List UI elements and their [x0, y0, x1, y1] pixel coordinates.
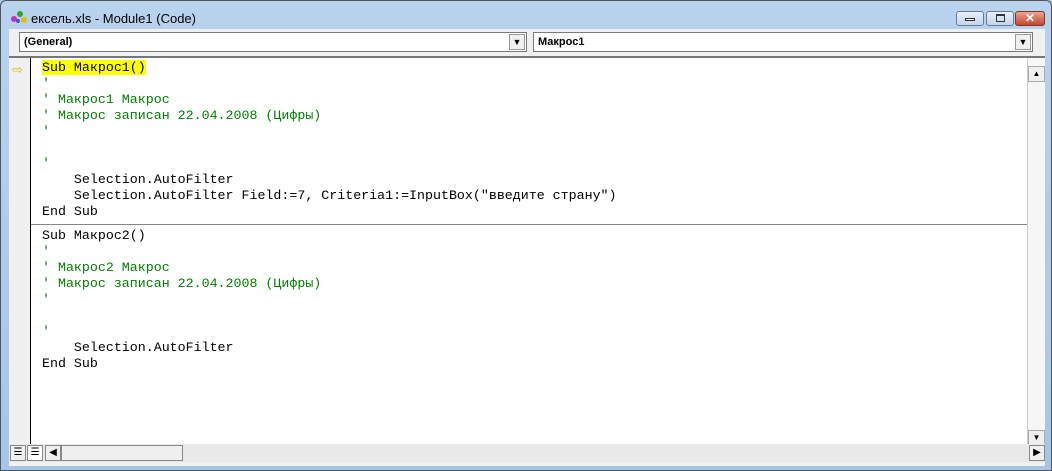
code-line-text: ' — [42, 324, 50, 339]
code-lines[interactable]: Sub Макрос1() ' ' Макрос1 Макрос ' Макрос з… — [31, 60, 1037, 372]
code-line-text: ' — [42, 244, 50, 259]
vertical-scrollbar[interactable]: ▲ ▼ — [1027, 58, 1045, 446]
code-line: End Sub — [42, 204, 1037, 220]
execution-pointer-icon: ⇨ — [12, 62, 23, 77]
code-comment-line: ' — [42, 324, 1037, 340]
code-comment-line: ' Макрос записан 22.04.2008 (Цифры) — [42, 276, 1037, 292]
code-editor[interactable]: ⇨ Sub Макрос1() ' ' Макрос1 Макрос ' Макрос… — [9, 56, 1045, 446]
scroll-left-button[interactable]: ◀ — [45, 445, 61, 461]
code-line-text: ' — [42, 156, 50, 171]
code-line: Selection.AutoFilter — [42, 172, 1037, 188]
code-line: Selection.AutoFilter — [42, 340, 1037, 356]
horizontal-scroll-thumb[interactable] — [61, 445, 183, 461]
code-comment-line: ' — [42, 76, 1037, 92]
code-pane: (General) ▼ Макрос1 ▼ ⇨ Sub Макрос1() ' ' … — [9, 29, 1045, 466]
code-comment-line: ' Макрос1 Макрос — [42, 92, 1037, 108]
code-line-text: End Sub — [42, 356, 98, 371]
code-line-text: ' — [42, 124, 50, 139]
margin-indicator-bar[interactable]: ⇨ — [9, 58, 31, 446]
code-line: Selection.AutoFilter Field:=7, Criteria1… — [42, 188, 1037, 204]
object-dropdown[interactable]: (General) ▼ — [19, 32, 527, 52]
code-line-text: Selection.AutoFilter Field:=7, Criteria1… — [42, 188, 617, 203]
scroll-up-button[interactable]: ▲ — [1028, 66, 1045, 82]
close-icon: ✕ — [1024, 11, 1036, 25]
code-comment-line: ' — [42, 244, 1037, 260]
procedure-dropdown-value: Макрос1 — [538, 36, 585, 48]
scroll-right-button[interactable]: ▶ — [1029, 445, 1045, 461]
minimize-button[interactable] — [956, 11, 984, 26]
code-line: End Sub — [42, 356, 1037, 372]
code-comment-line: ' — [42, 156, 1037, 172]
code-line-text: Sub Макрос2() — [42, 228, 146, 243]
procedure-view-button[interactable]: ☰ — [10, 445, 26, 461]
window-title: ексель.xls - Module1 (Code) — [31, 11, 196, 26]
horizontal-scrollbar-area: ☰ ☰ ◀ ▶ — [9, 444, 1045, 462]
object-dropdown-value: (General) — [24, 36, 73, 48]
code-comment-line: ' Макрос2 Макрос — [42, 260, 1037, 276]
code-line-text: Sub Макрос1() — [42, 60, 146, 75]
code-comment-line: ' — [42, 292, 1037, 308]
code-line-text: Selection.AutoFilter — [42, 172, 234, 187]
code-line: Sub Макрос1() — [42, 60, 1037, 76]
code-line-text: End Sub — [42, 204, 98, 219]
close-button[interactable]: ✕ — [1015, 11, 1045, 26]
code-line-text: ' Макрос1 Макрос — [42, 92, 170, 107]
vba-module-icon — [11, 11, 27, 23]
procedure-dropdown[interactable]: Макрос1 ▼ — [533, 32, 1033, 52]
code-line-text: ' Макрос записан 22.04.2008 (Цифры) — [42, 276, 322, 291]
chevron-down-icon[interactable]: ▼ — [1015, 34, 1031, 50]
code-line-text: ' — [42, 76, 50, 91]
chevron-down-icon[interactable]: ▼ — [509, 34, 525, 50]
code-line-text: ' Макрос записан 22.04.2008 (Цифры) — [42, 108, 322, 123]
code-window: ексель.xls - Module1 (Code) ✕ (General) … — [0, 0, 1052, 471]
code-comment-line: ' — [42, 124, 1037, 140]
code-line-text: ' Макрос2 Макрос — [42, 260, 170, 275]
code-line-text: Selection.AutoFilter — [42, 340, 234, 355]
procedure-separator — [31, 224, 1037, 225]
code-line: Sub Макрос2() — [42, 228, 1037, 244]
maximize-button[interactable] — [986, 11, 1014, 26]
full-module-view-button[interactable]: ☰ — [27, 445, 43, 461]
code-comment-line: ' Макрос записан 22.04.2008 (Цифры) — [42, 108, 1037, 124]
code-line-text: ' — [42, 292, 50, 307]
